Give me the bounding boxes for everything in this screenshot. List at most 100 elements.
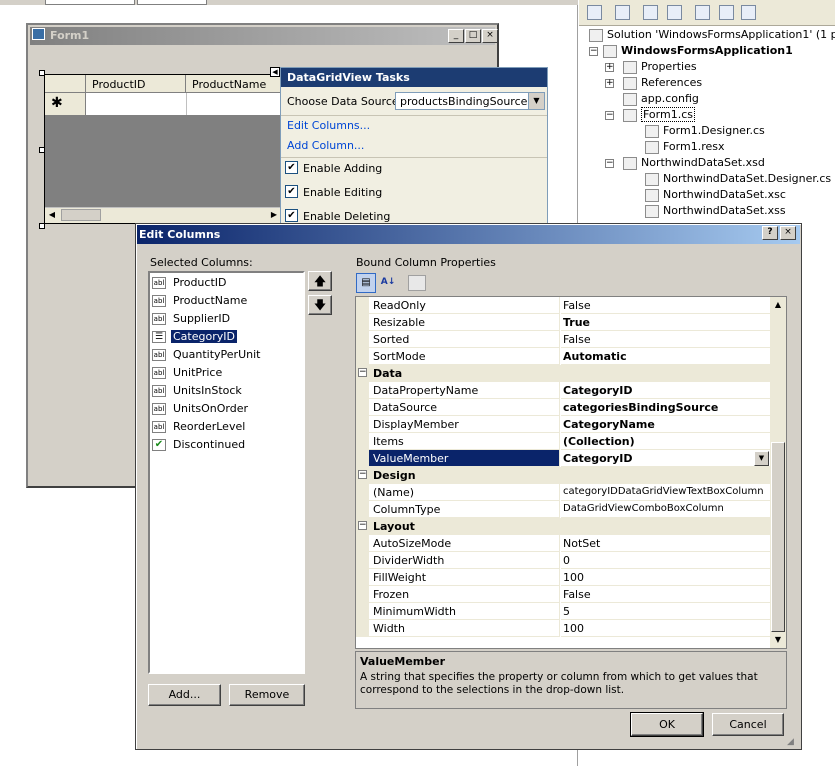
collapse-icon[interactable]: −: [358, 470, 367, 479]
property-value[interactable]: (Collection): [561, 433, 770, 450]
property-row[interactable]: Items (Collection): [356, 433, 770, 450]
scroll-down-icon[interactable]: ▼: [770, 632, 786, 648]
move-down-button[interactable]: 🡇: [308, 295, 332, 315]
property-value[interactable]: categoriesBindingSource: [561, 399, 770, 416]
enable-deleting-checkbox[interactable]: ✔: [285, 209, 298, 222]
property-value[interactable]: False: [561, 297, 770, 314]
move-up-button[interactable]: 🡅: [308, 271, 332, 291]
property-value[interactable]: True: [561, 314, 770, 331]
tree-item-form1-designer[interactable]: Form1.Designer.cs: [645, 124, 765, 138]
column-list-item-selected[interactable]: ☰ CategoryID: [152, 329, 237, 345]
property-value[interactable]: 0: [561, 552, 770, 569]
property-value[interactable]: CategoryID: [561, 382, 770, 399]
expand-icon[interactable]: +: [605, 79, 614, 88]
help-button[interactable]: ?: [762, 226, 778, 240]
column-list-item[interactable]: ✔ Discontinued: [152, 437, 247, 453]
selected-columns-list[interactable]: abl ProductID abl ProductName abl SupplierI…: [148, 271, 305, 674]
tree-item-references[interactable]: References: [623, 76, 702, 90]
grid-column-header[interactable]: ProductName: [186, 75, 281, 93]
property-category-data[interactable]: − Data: [356, 365, 770, 382]
property-row[interactable]: ColumnType DataGridViewComboBoxColumn: [356, 501, 770, 518]
property-value[interactable]: CategoryName: [561, 416, 770, 433]
edit-columns-link[interactable]: Edit Columns...: [287, 119, 370, 132]
property-row[interactable]: DisplayMember CategoryName: [356, 416, 770, 433]
categorized-view-icon[interactable]: ▤: [356, 273, 376, 293]
property-value[interactable]: CategoryID: [561, 450, 770, 467]
smart-tag-glyph-icon[interactable]: ◀: [270, 67, 280, 77]
collapse-icon[interactable]: −: [358, 368, 367, 377]
collapse-icon[interactable]: −: [589, 47, 598, 56]
property-row[interactable]: SortMode Automatic: [356, 348, 770, 365]
property-value[interactable]: 100: [561, 620, 770, 637]
chevron-down-icon[interactable]: ▼: [754, 451, 769, 466]
property-row[interactable]: Sorted False: [356, 331, 770, 348]
collapse-icon[interactable]: −: [605, 159, 614, 168]
collapse-icon[interactable]: −: [358, 521, 367, 530]
tree-item-project[interactable]: WindowsFormsApplication1: [603, 44, 793, 58]
class-diagram-icon[interactable]: [719, 5, 734, 20]
view-designer-icon[interactable]: [695, 5, 710, 20]
chevron-down-icon[interactable]: ▼: [528, 93, 544, 109]
collapse-icon[interactable]: −: [605, 111, 614, 120]
search-icon[interactable]: [741, 5, 756, 20]
property-category-design[interactable]: − Design: [356, 467, 770, 484]
column-list-item[interactable]: abl ProductID: [152, 275, 228, 291]
scroll-left-icon[interactable]: ◀: [45, 208, 59, 222]
scroll-right-icon[interactable]: ▶: [267, 208, 281, 222]
property-row[interactable]: (Name) categoryIDDataGridViewTextBoxColum…: [356, 484, 770, 501]
tree-item-properties[interactable]: Properties: [623, 60, 697, 74]
property-value[interactable]: 100: [561, 569, 770, 586]
selection-handle[interactable]: [39, 147, 45, 153]
resize-grip-icon[interactable]: ◢: [787, 736, 799, 748]
tree-item-form1-cs[interactable]: Form1.cs: [623, 107, 695, 122]
property-category-layout[interactable]: − Layout: [356, 518, 770, 535]
grid-new-row[interactable]: ✱: [45, 93, 281, 115]
property-row[interactable]: Frozen False: [356, 586, 770, 603]
tree-item-app-config[interactable]: app.config: [623, 92, 699, 106]
expand-icon[interactable]: +: [605, 63, 614, 72]
property-value[interactable]: 5: [561, 603, 770, 620]
scroll-up-icon[interactable]: ▲: [770, 297, 786, 313]
property-row-selected[interactable]: ValueMember CategoryID ▼: [356, 450, 770, 467]
view-code-icon[interactable]: [667, 5, 682, 20]
column-list-item[interactable]: abl SupplierID: [152, 311, 232, 327]
remove-button[interactable]: Remove: [229, 684, 305, 706]
add-column-link[interactable]: Add Column...: [287, 139, 364, 152]
tree-item-form1-resx[interactable]: Form1.resx: [645, 140, 725, 154]
refresh-icon[interactable]: [643, 5, 658, 20]
bound-column-property-grid[interactable]: ReadOnly False Resizable True Sorted False …: [355, 296, 787, 649]
column-list-item[interactable]: abl UnitsInStock: [152, 383, 244, 399]
selection-handle[interactable]: [39, 223, 45, 229]
document-tab[interactable]: [137, 0, 207, 5]
property-value[interactable]: False: [561, 586, 770, 603]
document-tab[interactable]: [45, 0, 135, 5]
tree-item-dataset-xss[interactable]: NorthwindDataSet.xss: [645, 204, 786, 218]
ok-button[interactable]: OK: [630, 712, 704, 737]
column-list-item[interactable]: abl ProductName: [152, 293, 249, 309]
property-grid-vertical-scrollbar[interactable]: ▲ ▼: [770, 297, 786, 648]
datagridview-control[interactable]: ProductID ProductName ✱ ◀ ▶: [44, 74, 282, 224]
tree-item-solution[interactable]: Solution 'WindowsFormsApplication1' (1 p…: [589, 28, 835, 42]
property-row[interactable]: DataSource categoriesBindingSource: [356, 399, 770, 416]
enable-adding-checkbox[interactable]: ✔: [285, 161, 298, 174]
property-value[interactable]: DataGridViewComboBoxColumn: [561, 501, 770, 518]
property-value[interactable]: categoryIDDataGridViewTextBoxColumn: [561, 484, 770, 501]
grid-column-header[interactable]: ProductID: [86, 75, 186, 93]
grid-horizontal-scrollbar[interactable]: ◀ ▶: [45, 207, 281, 223]
cancel-button[interactable]: Cancel: [712, 713, 784, 736]
tree-item-dataset-xsc[interactable]: NorthwindDataSet.xsc: [645, 188, 786, 202]
scroll-thumb[interactable]: [61, 209, 101, 221]
alphabetical-sort-icon[interactable]: A↓: [378, 273, 398, 293]
column-list-item[interactable]: abl UnitPrice: [152, 365, 224, 381]
add-button[interactable]: Add...: [148, 684, 221, 706]
column-list-item[interactable]: abl QuantityPerUnit: [152, 347, 262, 363]
tree-item-dataset-designer[interactable]: NorthwindDataSet.Designer.cs: [645, 172, 831, 186]
property-row[interactable]: AutoSizeMode NotSet: [356, 535, 770, 552]
property-row[interactable]: Width 100: [356, 620, 770, 637]
close-button[interactable]: ×: [780, 226, 796, 240]
enable-editing-checkbox[interactable]: ✔: [285, 185, 298, 198]
property-row[interactable]: MinimumWidth 5: [356, 603, 770, 620]
property-row[interactable]: FillWeight 100: [356, 569, 770, 586]
tree-item-dataset-xsd[interactable]: NorthwindDataSet.xsd: [623, 156, 765, 170]
property-row[interactable]: Resizable True: [356, 314, 770, 331]
